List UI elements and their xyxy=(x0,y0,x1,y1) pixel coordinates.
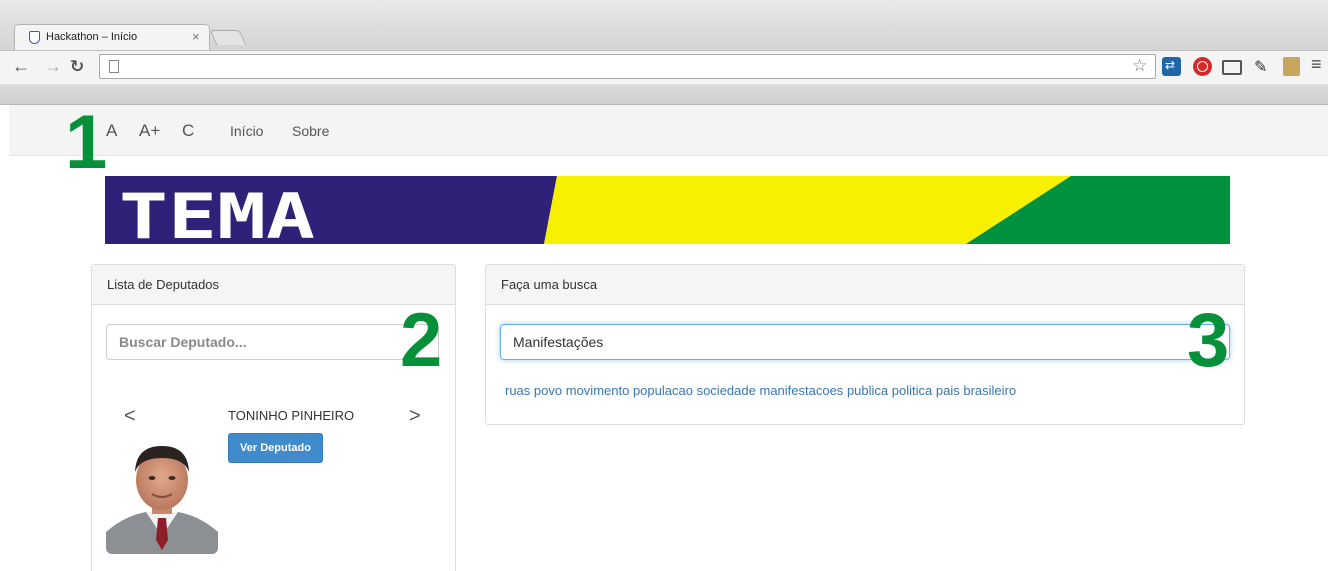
tag-link[interactable]: brasileiro xyxy=(963,383,1016,398)
shield-favicon-icon xyxy=(29,31,40,44)
reload-icon[interactable]: ↻ xyxy=(70,56,84,78)
buscar-deputado-input[interactable] xyxy=(106,324,439,360)
annotation-number-2: 2 xyxy=(400,298,443,383)
tag-link[interactable]: manifestacoes xyxy=(759,383,843,398)
busca-panel: Faça uma busca 3 ruas povo movimento pop… xyxy=(485,264,1245,425)
ver-deputado-button[interactable]: Ver Deputado xyxy=(228,433,323,463)
tag-link[interactable]: pais xyxy=(936,383,960,398)
browser-toolbar: ← → ↻ ☆ ✎ ≡ xyxy=(0,50,1328,84)
close-tab-icon[interactable]: × xyxy=(192,29,200,44)
browser-tab[interactable]: Hackathon – Início × xyxy=(14,24,210,50)
tag-link[interactable]: politica xyxy=(892,383,932,398)
tag-link[interactable]: publica xyxy=(847,383,888,398)
tab-title: Hackathon – Início xyxy=(46,31,138,43)
extension-box-icon[interactable] xyxy=(1283,57,1300,76)
busca-panel-title: Faça uma busca xyxy=(486,265,1244,305)
annotation-number-3: 3 xyxy=(1187,298,1230,383)
bookmarks-bar xyxy=(0,84,1328,105)
lista-deputados-panel: Lista de Deputados 2 < > TONINHO PINHEIR… xyxy=(91,264,456,571)
browser-tab-strip: Hackathon – Início × xyxy=(0,0,1328,50)
new-tab-button[interactable] xyxy=(209,30,247,45)
deputado-photo xyxy=(106,428,218,554)
busca-input[interactable] xyxy=(500,324,1230,360)
bookmark-star-icon[interactable]: ☆ xyxy=(1132,56,1147,76)
extension-lastpass-icon[interactable] xyxy=(1193,57,1212,76)
tema-banner: TEMA xyxy=(105,176,1230,244)
nav-sobre-link[interactable]: Sobre xyxy=(292,123,329,139)
tag-link[interactable]: populacao xyxy=(633,383,693,398)
pencil-icon[interactable]: ✎ xyxy=(1254,57,1267,77)
page-icon xyxy=(109,60,119,73)
related-tags: ruas povo movimento populacao sociedade … xyxy=(505,383,1016,398)
back-arrow-icon[interactable]: ← xyxy=(12,55,30,77)
forward-arrow-icon[interactable]: → xyxy=(44,55,62,77)
cast-icon[interactable] xyxy=(1222,60,1242,75)
previous-deputado-arrow[interactable]: < xyxy=(124,405,136,428)
tag-link[interactable]: povo xyxy=(534,383,562,398)
tag-link[interactable]: ruas xyxy=(505,383,530,398)
site-navbar: 1 A A+ C Início Sobre xyxy=(9,105,1328,181)
address-bar[interactable]: ☆ xyxy=(99,54,1156,79)
deputado-name: TONINHO PINHEIRO xyxy=(228,408,355,423)
tema-logo-text: TEMA xyxy=(119,180,315,244)
next-deputado-arrow[interactable]: > xyxy=(409,405,421,428)
annotation-number-1: 1 xyxy=(65,100,108,185)
hamburger-menu-icon[interactable]: ≡ xyxy=(1311,54,1322,75)
font-increase-button[interactable]: A+ xyxy=(139,121,160,141)
font-normal-button[interactable]: A xyxy=(106,121,117,141)
contrast-button[interactable]: C xyxy=(182,121,194,141)
tag-link[interactable]: movimento xyxy=(566,383,630,398)
tag-link[interactable]: sociedade xyxy=(697,383,756,398)
nav-inicio-link[interactable]: Início xyxy=(230,123,263,139)
extension-sync-icon[interactable] xyxy=(1162,57,1181,76)
